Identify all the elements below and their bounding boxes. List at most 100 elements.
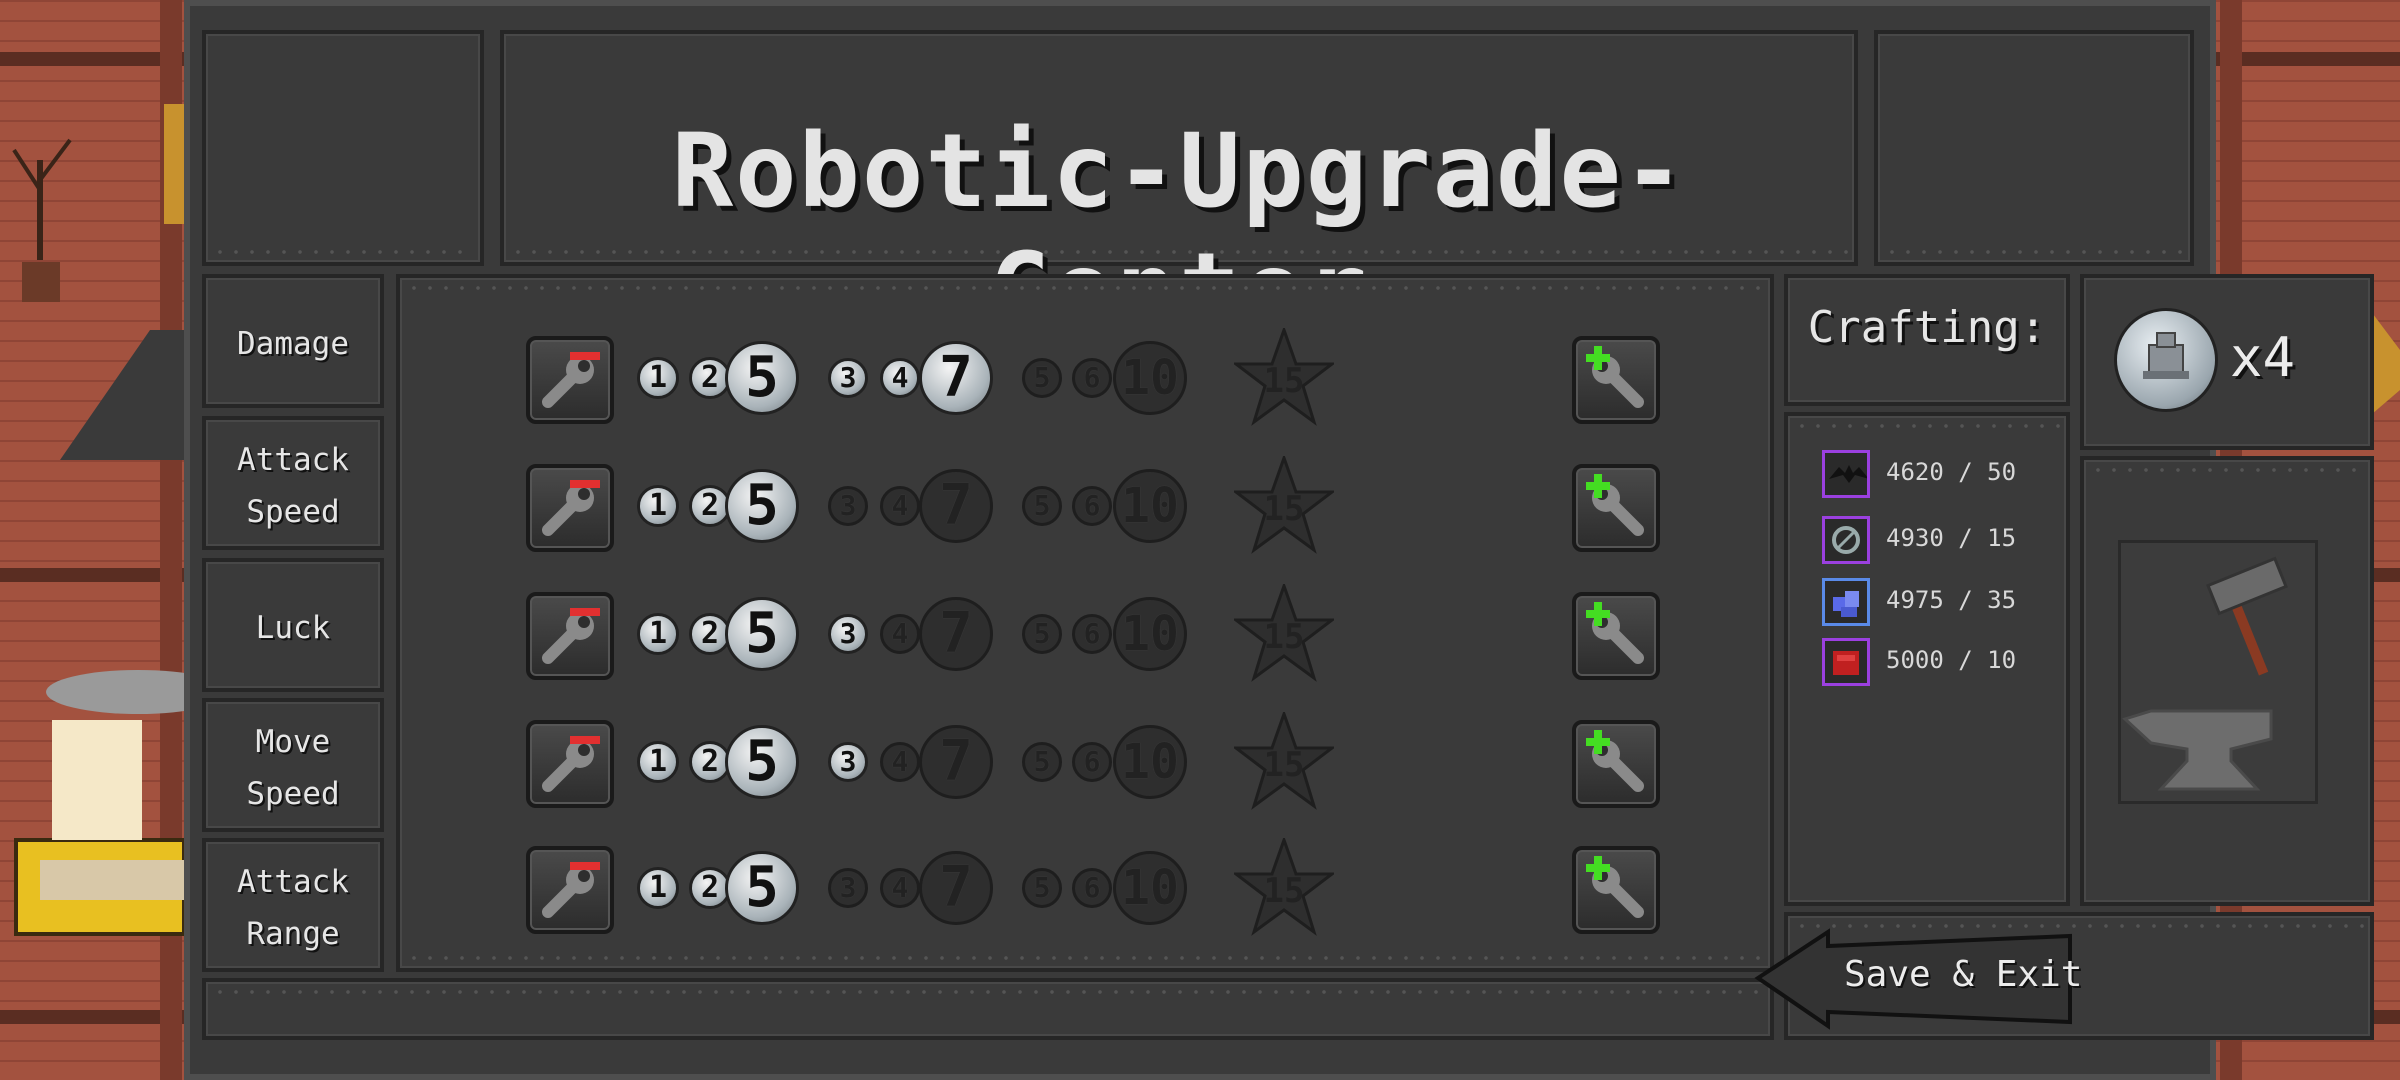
increase-button[interactable] bbox=[1572, 720, 1660, 808]
level-pip: 6 bbox=[1072, 868, 1112, 908]
level-pip: 3 bbox=[828, 868, 868, 908]
stat-label-damage: Damage bbox=[202, 274, 384, 408]
level-pip: 4 bbox=[880, 358, 920, 398]
wrench-minus-icon bbox=[542, 736, 600, 792]
level-pip: 10 bbox=[1113, 469, 1187, 543]
level-pip: 6 bbox=[1072, 742, 1112, 782]
save-and-exit-button[interactable]: Save & Exit bbox=[1752, 928, 2082, 1030]
svg-text:15: 15 bbox=[1264, 745, 1305, 785]
ruby-icon bbox=[1822, 638, 1870, 686]
level-pip: 5 bbox=[1022, 358, 1062, 398]
crafting-header: Crafting: bbox=[1784, 274, 2070, 406]
hammer-icon bbox=[2206, 556, 2288, 676]
wrench-plus-icon bbox=[1586, 856, 1644, 918]
wrench-minus-icon bbox=[542, 480, 600, 536]
decrease-button[interactable] bbox=[526, 846, 614, 934]
level-pip: 5 bbox=[725, 725, 799, 799]
decrease-button[interactable] bbox=[526, 336, 614, 424]
stat-label-attack-range: Attack Range bbox=[202, 838, 384, 972]
forge-button[interactable] bbox=[2118, 540, 2318, 804]
wrench-plus-icon bbox=[1586, 730, 1644, 792]
level-pip: 3 bbox=[828, 486, 868, 526]
title-side-left bbox=[202, 30, 484, 266]
increase-button[interactable] bbox=[1572, 464, 1660, 552]
level-pip: 1 bbox=[637, 741, 679, 783]
stairs-shadow bbox=[60, 330, 184, 460]
level-pip: 4 bbox=[880, 868, 920, 908]
level-pip: 1 bbox=[637, 867, 679, 909]
level-pip: 7 bbox=[919, 469, 993, 543]
materials-list: 4620 / 50 4930 / 15 4975 / 35 5000 / 10 bbox=[1784, 412, 2070, 906]
star-level-15: 15 bbox=[1231, 325, 1337, 432]
star-level-15: 15 bbox=[1231, 453, 1337, 560]
star-level-15: 15 bbox=[1231, 835, 1337, 942]
level-pip: 5 bbox=[725, 851, 799, 925]
gear-icon bbox=[1822, 516, 1870, 564]
level-pip: 6 bbox=[1072, 614, 1112, 654]
level-pip: 5 bbox=[725, 341, 799, 415]
wrench-plus-icon bbox=[1586, 602, 1644, 664]
svg-text:15: 15 bbox=[1264, 871, 1305, 911]
upgrade-panel: Robotic-Upgrade-Center Damage Attack Spe… bbox=[184, 0, 2374, 1080]
ore-icon bbox=[1822, 578, 1870, 626]
decrease-button[interactable] bbox=[526, 592, 614, 680]
title-plate: Robotic-Upgrade-Center bbox=[500, 30, 1858, 350]
level-pip: 3 bbox=[828, 358, 868, 398]
material-amount: 4620 / 50 bbox=[1886, 458, 2017, 486]
decrease-button[interactable] bbox=[526, 464, 614, 552]
level-pip: 10 bbox=[1113, 597, 1187, 671]
wrench-plus-icon bbox=[1586, 474, 1644, 536]
level-pip: 5 bbox=[1022, 486, 1062, 526]
level-pip: 7 bbox=[919, 597, 993, 671]
level-pip: 4 bbox=[880, 742, 920, 782]
level-pip: 5 bbox=[1022, 868, 1062, 908]
robot-count-box: x4 bbox=[2080, 274, 2374, 450]
increase-button[interactable] bbox=[1572, 336, 1660, 424]
level-pip: 6 bbox=[1072, 358, 1112, 398]
stat-label-attack-speed: Attack Speed bbox=[202, 416, 384, 550]
increase-button[interactable] bbox=[1572, 846, 1660, 934]
material-amount: 4930 / 15 bbox=[1886, 524, 2017, 552]
picture-frame-left bbox=[164, 104, 184, 224]
level-pip: 7 bbox=[919, 725, 993, 799]
level-pip: 10 bbox=[1113, 725, 1187, 799]
material-amount: 5000 / 10 bbox=[1886, 646, 2017, 674]
star-level-15: 15 bbox=[1231, 709, 1337, 816]
anvil-box bbox=[2080, 456, 2374, 906]
level-pip: 1 bbox=[637, 613, 679, 655]
stat-label-luck: Luck bbox=[202, 558, 384, 692]
wrench-minus-icon bbox=[542, 862, 600, 918]
anvil-icon bbox=[2122, 709, 2273, 791]
star-level-15: 15 bbox=[1231, 581, 1337, 688]
crafting-title: Crafting: bbox=[1807, 302, 2047, 353]
level-pip: 4 bbox=[880, 614, 920, 654]
level-pip: 7 bbox=[919, 341, 993, 415]
level-pip: 1 bbox=[637, 357, 679, 399]
level-pip: 3 bbox=[828, 742, 868, 782]
increase-button[interactable] bbox=[1572, 592, 1660, 680]
level-pip: 1 bbox=[637, 485, 679, 527]
level-pip: 5 bbox=[725, 469, 799, 543]
svg-text:15: 15 bbox=[1264, 361, 1305, 401]
level-pip: 6 bbox=[1072, 486, 1112, 526]
robot-orb-icon bbox=[2114, 308, 2218, 412]
level-pip: 10 bbox=[1113, 341, 1187, 415]
title-side-right bbox=[1874, 30, 2194, 266]
upgrade-grid: 1 2 5 3 4 7 5 6 10 15 1 2 5 3 4 7 5 6 10 15 1 2 5 3 4 7 5 6 10 15 1 2 5 3… bbox=[396, 274, 1774, 972]
material-amount: 4975 / 35 bbox=[1886, 586, 2017, 614]
level-pip: 4 bbox=[880, 486, 920, 526]
decrease-button[interactable] bbox=[526, 720, 614, 808]
stat-label-move-speed: Move Speed bbox=[202, 698, 384, 832]
bottom-strip bbox=[202, 978, 1774, 1040]
wrench-minus-icon bbox=[542, 608, 600, 664]
dead-tree-icon bbox=[12, 138, 72, 302]
level-pip: 3 bbox=[828, 614, 868, 654]
bat-icon bbox=[1822, 450, 1870, 498]
save-and-exit-label: Save & Exit bbox=[1844, 954, 2083, 995]
level-pip: 7 bbox=[919, 851, 993, 925]
svg-text:15: 15 bbox=[1264, 617, 1305, 657]
wrench-minus-icon bbox=[542, 352, 600, 408]
level-pip: 10 bbox=[1113, 851, 1187, 925]
svg-text:15: 15 bbox=[1264, 489, 1305, 529]
robot-count: x4 bbox=[2230, 326, 2296, 389]
